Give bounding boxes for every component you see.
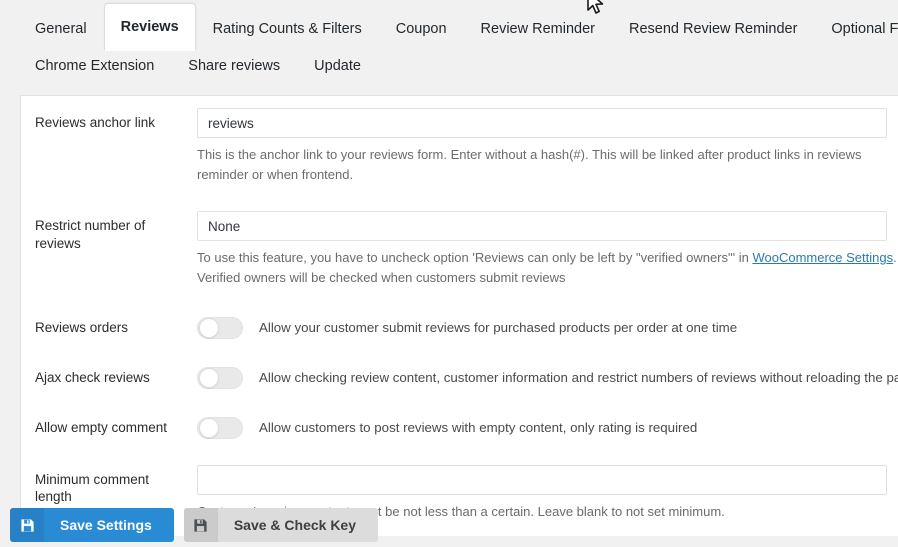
restrict-number-of-reviews-select[interactable] (197, 211, 887, 242)
settings-panel: Reviews anchor link This is the anchor l… (20, 95, 898, 536)
description-allow-empty-comment: Allow customers to post reviews with emp… (259, 420, 698, 436)
toggle-knob-icon (199, 367, 219, 388)
control-reviews-anchor-link: This is the anchor link to your reviews … (197, 96, 898, 199)
description-ajax-check-reviews: Allow checking review content, customer … (259, 370, 898, 386)
tab-resend-review-reminder[interactable]: Resend Review Reminder (612, 8, 814, 50)
field-reviews-anchor-link: Reviews anchor link This is the anchor l… (21, 96, 898, 199)
tab-update[interactable]: Update (297, 54, 378, 80)
tab-navigation: General Reviews Rating Counts & Filters … (0, 0, 898, 83)
label-allow-empty-comment: Allow empty comment (35, 419, 168, 435)
save-settings-label: Save Settings (60, 517, 152, 533)
tab-general[interactable]: General (18, 8, 104, 50)
reviews-anchor-link-input[interactable] (197, 108, 887, 138)
settings-page: General Reviews Rating Counts & Filters … (0, 0, 898, 547)
tab-review-reminder[interactable]: Review Reminder (464, 8, 612, 50)
description-reviews-orders: Allow your customer submit reviews for p… (259, 320, 738, 336)
control-allow-empty-comment: Allow customers to post reviews with emp… (197, 403, 898, 453)
field-ajax-check-reviews: Ajax check reviews Allow checking review… (21, 353, 898, 403)
tab-coupon[interactable]: Coupon (379, 8, 464, 50)
tab-rating-counts-filters[interactable]: Rating Counts & Filters (196, 8, 379, 50)
help-text-part-1: To use this feature, you have to uncheck… (197, 250, 753, 266)
woocommerce-settings-link[interactable]: WooCommerce Settings (752, 250, 893, 265)
label-reviews-anchor-link: Reviews anchor link (35, 115, 156, 130)
tab-optional-fields[interactable]: Optional Fields (814, 8, 898, 50)
ajax-check-reviews-toggle[interactable] (197, 366, 243, 389)
field-restrict-number-of-reviews: Restrict number of reviews To use this f… (21, 199, 898, 302)
control-ajax-check-reviews: Allow checking review content, customer … (197, 353, 898, 403)
floppy-disk-icon (183, 508, 218, 542)
tab-share-reviews[interactable]: Share reviews (171, 54, 297, 80)
field-reviews-orders: Reviews orders Allow your customer submi… (21, 303, 898, 353)
toggle-knob-icon (199, 317, 219, 338)
save-check-key-button[interactable]: Save & Check Key (183, 508, 379, 542)
label-ajax-check-reviews: Ajax check reviews (35, 369, 150, 385)
reviews-orders-toggle[interactable] (197, 316, 243, 339)
tab-reviews[interactable]: Reviews (103, 3, 196, 51)
field-allow-empty-comment: Allow empty comment Allow customers to p… (21, 403, 898, 453)
tab-row-primary: General Reviews Rating Counts & Filters … (0, 0, 898, 51)
help-reviews-anchor-link: This is the anchor link to your reviews … (197, 147, 862, 183)
tab-chrome-extension[interactable]: Chrome Extension (18, 54, 171, 80)
allow-empty-comment-toggle[interactable] (197, 416, 243, 439)
control-reviews-orders: Allow your customer submit reviews for p… (197, 303, 898, 353)
label-reviews-orders: Reviews orders (35, 319, 129, 335)
save-check-key-label: Save & Check Key (233, 517, 357, 533)
label-restrict-number-of-reviews: Restrict number of reviews (35, 218, 146, 251)
save-settings-button[interactable]: Save Settings (10, 508, 174, 542)
floppy-disk-icon (10, 508, 44, 542)
tab-row-secondary: Chrome Extension Share reviews Update (0, 50, 898, 83)
control-restrict-number-of-reviews: To use this feature, you have to uncheck… (197, 199, 898, 302)
toggle-knob-icon (199, 417, 219, 438)
help-restrict-number-of-reviews: To use this feature, you have to uncheck… (197, 248, 897, 302)
minimum-comment-length-input[interactable] (197, 464, 887, 495)
